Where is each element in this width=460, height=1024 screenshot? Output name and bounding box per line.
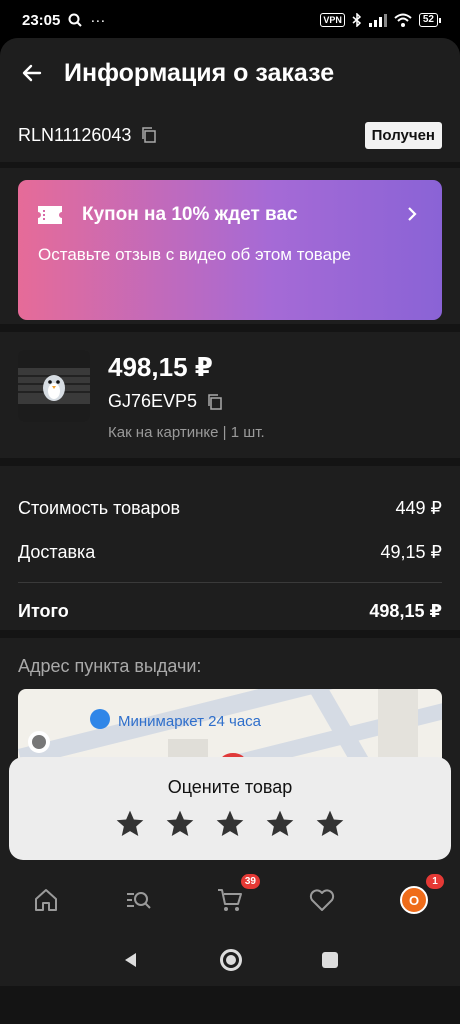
home-icon [35,889,57,911]
order-row: RLN11126043 Получен [0,108,460,162]
star-icon[interactable] [114,808,146,840]
star-icon[interactable] [214,808,246,840]
cart-badge: 39 [240,874,260,889]
status-bar: 23:05 ··· VPN 52 [0,0,460,40]
coupon-title: Купон на 10% ждет вас [82,204,298,225]
vpn-badge: VPN [320,13,345,27]
battery-indicator: 52 [418,13,442,27]
cart-icon [218,889,242,911]
product-price: 498,15 ₽ [108,352,213,382]
delivery-value: 49,15 ₽ [380,541,443,562]
product-section[interactable]: 498,15 ₽ GJ76EVP5 Как на картинке | 1 шт… [0,332,460,458]
avatar: O [400,886,428,914]
goods-cost-value: 449 ₽ [395,497,443,518]
product-image[interactable] [18,350,90,422]
wifi-icon [394,13,412,27]
signal-icon [368,13,387,27]
star-rating [9,808,451,840]
shop-icon [90,709,110,729]
product-sku: GJ76EVP5 [108,391,198,411]
back-arrow-icon[interactable] [20,61,44,85]
star-icon[interactable] [264,808,296,840]
location-icon [28,731,50,753]
address-label: Адрес пункта выдачи: [18,656,202,676]
coupon-section: Купон на 10% ждет вас Оставьте отзыв с в… [0,168,460,324]
total-label: Итого [18,600,69,621]
star-icon[interactable] [314,808,346,840]
tab-favorites[interactable] [302,880,342,920]
bluetooth-icon [352,13,361,27]
map-poi-label: Минимаркет 24 часа [118,713,261,730]
page-title: Информация о заказе [64,58,335,87]
copy-icon[interactable] [141,127,157,143]
order-number: RLN11126043 [18,124,132,145]
rate-product-sheet: Оцените товар [9,757,451,860]
bottom-tab-bar: 39 O 1 [0,866,460,934]
status-badge: Получен [364,121,442,149]
ticket-icon [38,206,62,224]
star-icon[interactable] [164,808,196,840]
nav-home-icon[interactable] [220,949,242,971]
total-value: 498,15 ₽ [369,600,442,621]
rate-title: Оцените товар [167,777,293,797]
tab-catalog[interactable] [118,880,158,920]
heart-icon [309,889,335,911]
goods-cost-label: Стоимость товаров [18,497,181,518]
copy-icon[interactable] [207,393,223,410]
divider [18,582,442,583]
coupon-text: Оставьте отзыв с видео об этом товаре [38,245,351,264]
coupon-card[interactable]: Купон на 10% ждет вас Оставьте отзыв с в… [18,180,442,320]
product-variant: Как на картинке | 1 шт. [108,424,265,441]
nav-recents-icon[interactable] [322,952,338,968]
totals-section: Стоимость товаров 449 ₽ Доставка 49,15 ₽… [0,466,460,630]
status-time: 23:05 [22,11,61,29]
tab-cart[interactable]: 39 [210,874,260,920]
system-nav-bar [0,934,460,986]
catalog-search-icon [127,892,151,909]
tab-profile[interactable]: O 1 [394,874,444,920]
profile-badge: 1 [426,874,444,889]
nav-back-icon[interactable] [122,951,140,969]
header: Информация о заказе [0,38,460,108]
delivery-label: Доставка [18,541,96,562]
chevron-right-icon [408,207,417,221]
search-icon [68,13,83,27]
more-icon: ··· [90,11,106,29]
tab-home[interactable] [26,880,66,920]
